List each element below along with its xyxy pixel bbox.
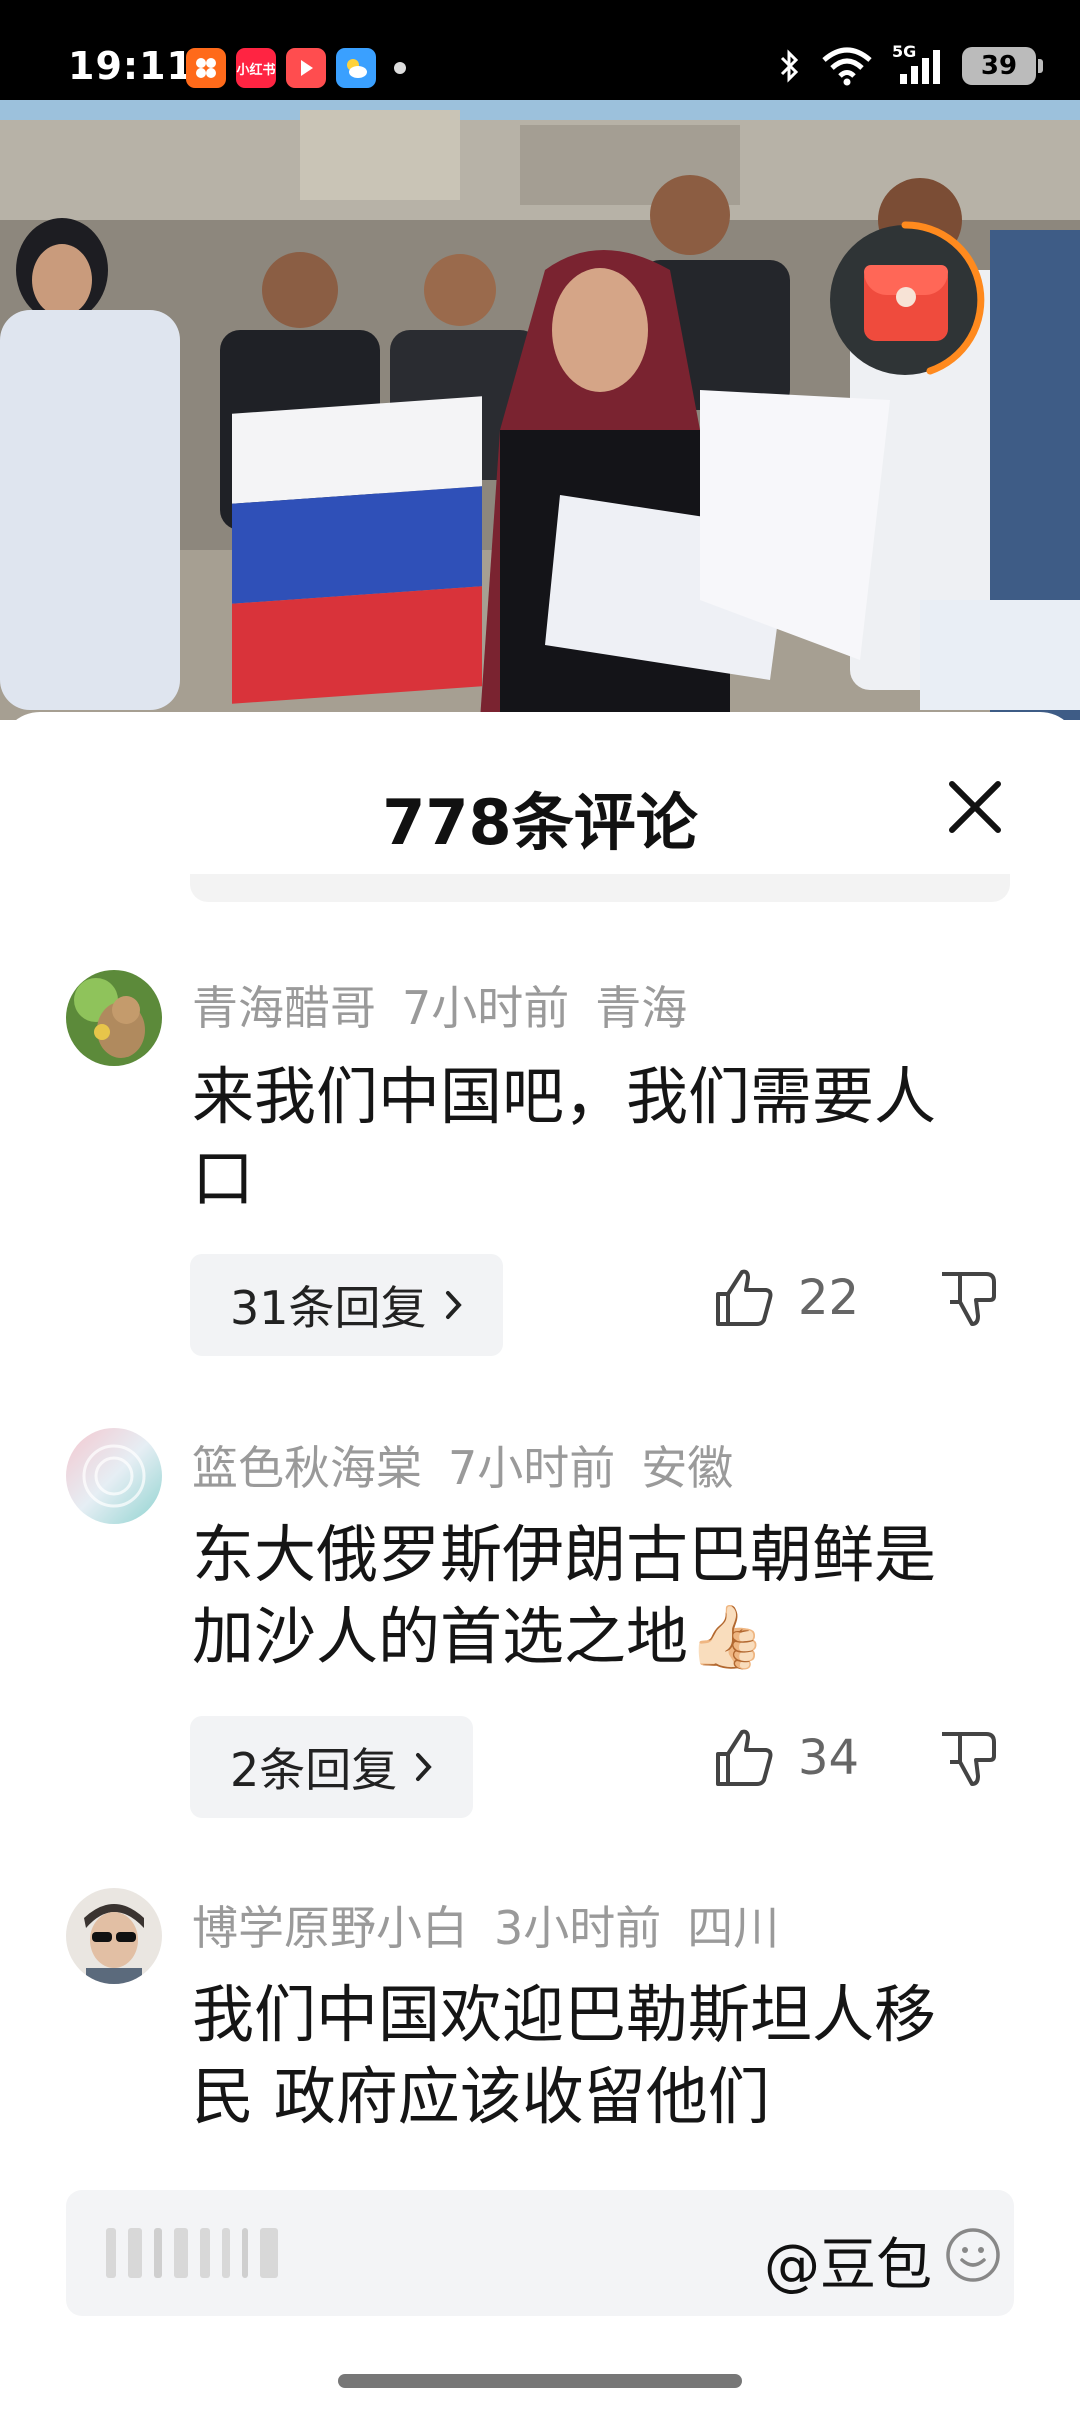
- video-player[interactable]: [0, 100, 1080, 720]
- comment-username[interactable]: 青海醋哥: [192, 981, 376, 1035]
- home-indicator[interactable]: [338, 2374, 742, 2388]
- thumbs-down-icon[interactable]: [936, 1266, 1000, 1330]
- weather-icon: [336, 48, 376, 88]
- red-packet-reward-button[interactable]: [830, 221, 985, 375]
- thumbs-up-icon: [716, 1729, 773, 1786]
- video-frame-image: [0, 100, 1080, 720]
- close-icon[interactable]: [940, 772, 1010, 842]
- avatar[interactable]: [66, 1888, 162, 1984]
- chevron-right-icon: [445, 1291, 462, 1319]
- thumbs-down-icon[interactable]: [936, 1726, 1000, 1790]
- red-envelope-icon: [864, 265, 948, 341]
- battery-indicator: 39: [962, 47, 1043, 85]
- like-button[interactable]: 22: [712, 1266, 859, 1330]
- replies-count: 31条回复: [230, 1281, 427, 1335]
- comment-location: 四川: [687, 1901, 780, 1955]
- comment-meta: 篮色秋海棠 7小时前 安徽: [192, 1432, 759, 1498]
- video-play-icon: [286, 48, 326, 88]
- input-placeholder-blur: [106, 2228, 278, 2278]
- comment-meta: 青海醋哥 7小时前 青海: [192, 972, 713, 1038]
- emoji-icon[interactable]: [944, 2226, 1002, 2284]
- chevron-right-icon: [416, 1753, 432, 1781]
- like-count: 34: [798, 1730, 860, 1786]
- comment-text[interactable]: 东大俄罗斯伊朗古巴朝鲜是加沙人的首选之地👍🏻: [192, 1514, 992, 1678]
- more-notifications-dot: [394, 62, 406, 74]
- avatar[interactable]: [66, 970, 162, 1066]
- like-count: 22: [798, 1270, 860, 1326]
- view-replies-button[interactable]: 2条回复: [190, 1716, 474, 1818]
- like-button[interactable]: 34: [712, 1726, 859, 1790]
- comment-username[interactable]: 博学原野小白: [192, 1901, 468, 1955]
- replies-count: 2条回复: [230, 1743, 398, 1797]
- bluetooth-icon: [780, 49, 799, 83]
- comment-time: 7小时前: [402, 981, 570, 1035]
- view-replies-button[interactable]: 31条回复: [190, 1254, 503, 1356]
- notification-app-icons: 小红书: [186, 48, 406, 88]
- system-icons: 5G 39: [778, 42, 1043, 86]
- xiaohongshu-like-icon: [186, 48, 226, 88]
- comment-location: 青海: [595, 981, 688, 1035]
- thumbs-up-icon: [716, 1269, 773, 1326]
- status-time: 19:11: [68, 44, 194, 88]
- wifi-icon: [822, 47, 872, 86]
- comment-text[interactable]: 来我们中国吧，我们需要人口: [192, 1056, 992, 1220]
- comment-time: 7小时前: [448, 1441, 616, 1495]
- previous-item-edge: [190, 874, 1010, 902]
- comment-meta: 博学原野小白 3小时前 四川: [192, 1892, 805, 1958]
- mention-doubao-button[interactable]: @豆包: [764, 2220, 932, 2301]
- comment-input[interactable]: @豆包: [66, 2190, 1014, 2316]
- comments-count-title: 778条评论: [382, 786, 698, 859]
- comment-text[interactable]: 我们中国欢迎巴勒斯坦人移民 政府应该收留他们: [192, 1974, 992, 2138]
- comment-location: 安徽: [641, 1441, 734, 1495]
- avatar[interactable]: [66, 1428, 162, 1524]
- status-bar: 19:11 小红书 5G 39: [0, 0, 1080, 100]
- comment-time: 3小时前: [494, 1901, 662, 1955]
- xiaohongshu-icon: 小红书: [236, 48, 276, 88]
- comment-username[interactable]: 篮色秋海棠: [192, 1441, 422, 1495]
- cell-signal-icon: 5G: [892, 42, 944, 86]
